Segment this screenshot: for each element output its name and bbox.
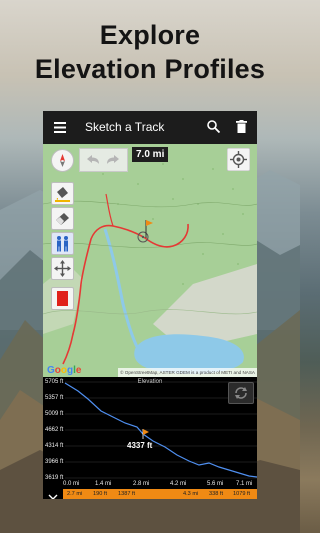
elevation-chart[interactable] [43, 377, 257, 489]
phone-screen: Sketch a Track 7.0 mi Google © OpenStree… [43, 111, 257, 499]
y-tick-2: 5009 ft [45, 411, 64, 417]
redo-icon[interactable] [106, 153, 122, 166]
hikers-button[interactable] [51, 232, 74, 255]
hamburger-menu-icon[interactable] [54, 122, 66, 133]
y-tick-5: 3966 ft [45, 459, 64, 465]
map-canvas[interactable] [43, 144, 257, 377]
refresh-icon [235, 387, 247, 399]
hikers-icon [57, 236, 68, 252]
x-tick-1: 1.4 mi [95, 481, 112, 487]
locate-me-icon[interactable] [227, 148, 250, 171]
x-tick-0: 0.0 mi [63, 481, 80, 487]
color-swatch-button[interactable] [51, 287, 74, 310]
stat-left-ascent: 190 ft [93, 491, 107, 497]
x-tick-4: 5.6 mi [207, 481, 224, 487]
promo-line-1: Explore [99, 20, 201, 50]
refresh-button[interactable] [228, 382, 254, 404]
x-tick-2: 2.8 mi [133, 481, 150, 487]
undo-icon[interactable] [84, 153, 100, 166]
x-tick-3: 4.2 mi [170, 481, 187, 487]
x-tick-5: 7.1 mi [236, 481, 253, 487]
map-view[interactable]: 7.0 mi Google © OpenStreetMap, ASTER GDE… [43, 144, 257, 377]
chevron-down-icon [48, 494, 58, 499]
y-tick-4: 4314 ft [45, 443, 64, 449]
google-logo: Google [47, 365, 82, 376]
track-distance: 7.0 mi [132, 147, 169, 162]
stat-right-ascent: 338 ft [209, 491, 223, 497]
search-icon[interactable] [207, 120, 220, 133]
y-tick-3: 4662 ft [45, 427, 64, 433]
stat-right-descent: 1079 ft [233, 491, 251, 497]
stat-left-distance: 2.7 mi [67, 491, 83, 497]
paint-bucket-icon [55, 187, 70, 202]
app-title: Sketch a Track [85, 120, 165, 134]
compass-icon [60, 154, 65, 167]
promo-headline: Explore Elevation Profiles [0, 18, 300, 86]
stat-right-distance: 4.3 mi [183, 491, 199, 497]
undo-redo-group [79, 148, 128, 172]
elevation-profile[interactable]: Elevation 5705 ft 5357 ft 5009 ft 4662 f… [43, 377, 257, 489]
eraser-button[interactable] [51, 207, 74, 230]
marker-elevation-label: 4337 ft [127, 441, 153, 450]
app-bar: Sketch a Track [43, 111, 257, 144]
paint-bucket-button[interactable] [51, 182, 74, 205]
eraser-icon [56, 213, 69, 225]
collapse-button[interactable] [43, 489, 63, 499]
y-tick-0: 5705 ft [45, 379, 64, 385]
y-tick-6: 3619 ft [45, 475, 64, 481]
y-tick-1: 5357 ft [45, 395, 64, 401]
color-swatch-icon [57, 291, 68, 306]
trash-icon[interactable] [236, 120, 247, 133]
move-button[interactable] [51, 257, 74, 280]
track-stats-bar: 2.7 mi 190 ft 1387 ft 4.3 mi 338 ft 1079… [63, 489, 257, 499]
promo-line-2: Elevation Profiles [34, 54, 266, 84]
compass-button[interactable] [51, 149, 74, 172]
map-attribution: © OpenStreetMap, ASTER GDEM is a product… [118, 368, 257, 377]
move-arrows-icon [54, 260, 71, 277]
stat-left-descent: 1387 ft [118, 491, 136, 497]
